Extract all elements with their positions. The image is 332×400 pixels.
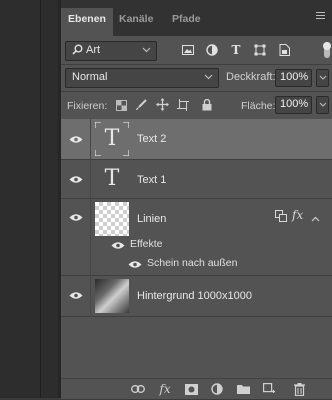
- fill-label: Fläche:: [241, 100, 276, 112]
- lock-all-icon[interactable]: [199, 96, 215, 114]
- effect-name: Schein nach außen: [147, 257, 238, 269]
- image-thumbnail: [95, 279, 129, 313]
- effect-item-outer-glow[interactable]: Schein nach außen: [91, 255, 332, 273]
- fx-icon[interactable]: fx: [156, 381, 174, 397]
- eye-icon[interactable]: [128, 260, 142, 269]
- lock-label: Fixieren:: [67, 100, 108, 112]
- type-icon: T: [104, 166, 120, 191]
- chevron-down-icon: [142, 45, 151, 55]
- effects-label: Effekte: [130, 238, 163, 250]
- fill-dropdown-button[interactable]: [316, 96, 329, 114]
- folder-icon[interactable]: [234, 381, 252, 397]
- filter-kind-select[interactable]: Art: [65, 41, 157, 61]
- layers-list: T Text 2 T Text 1 Linien fx Effekte Sche…: [61, 118, 332, 378]
- tab-kanaele[interactable]: Kanäle: [119, 8, 153, 36]
- chevron-up-icon[interactable]: [311, 213, 320, 222]
- trash-icon[interactable]: [290, 381, 308, 397]
- blend-mode-select[interactable]: Normal: [65, 68, 219, 88]
- eye-icon[interactable]: [69, 291, 83, 300]
- search-icon: [72, 44, 83, 58]
- filter-kind-value: Art: [86, 44, 101, 56]
- blend-mode-value: Normal: [72, 71, 108, 83]
- divider: [90, 160, 91, 198]
- layers-bottom-toolbar: fx: [61, 378, 332, 399]
- panel-menu-icon[interactable]: [316, 12, 325, 22]
- linked-smart-icon: [275, 210, 287, 222]
- panel-tab-bar: Ebenen Kanäle Pfade: [61, 0, 332, 36]
- smartobject-filter-icon[interactable]: [275, 40, 293, 60]
- lock-image-pixels-icon[interactable]: [133, 96, 149, 114]
- chevron-down-icon: [204, 72, 213, 82]
- adjustment-layer-icon[interactable]: [208, 381, 226, 397]
- fill-field[interactable]: 100%: [275, 96, 312, 114]
- layer-name[interactable]: Linien: [137, 213, 166, 225]
- opacity-value: 100%: [280, 71, 309, 83]
- layer-row-text-1[interactable]: T Text 1: [61, 160, 332, 199]
- eye-icon[interactable]: [69, 135, 83, 144]
- layer-row-linien[interactable]: Linien fx Effekte Schein nach außen: [61, 199, 332, 276]
- layer-thumbnail: [95, 202, 129, 236]
- tab-ebenen[interactable]: Ebenen: [61, 8, 113, 36]
- canvas-area-edge: [0, 0, 61, 398]
- divider: [61, 64, 332, 65]
- divider: [90, 119, 91, 159]
- fx-icon[interactable]: fx: [292, 208, 303, 222]
- layer-name[interactable]: Text 2: [137, 133, 166, 145]
- lock-position-icon[interactable]: [154, 96, 170, 114]
- eye-icon[interactable]: [69, 213, 83, 222]
- layer-name[interactable]: Text 1: [137, 174, 166, 186]
- fill-value: 100%: [280, 98, 309, 110]
- tab-pfade[interactable]: Pfade: [172, 8, 201, 36]
- text-layer-thumbnail: T: [95, 122, 129, 156]
- opacity-label: Deckkraft:: [226, 71, 276, 83]
- layer-row-text-2[interactable]: T Text 2: [61, 119, 332, 160]
- lock-artboard-icon[interactable]: [175, 96, 191, 114]
- new-layer-icon[interactable]: [260, 381, 278, 397]
- layer-name[interactable]: Hintergrund 1000x1000: [137, 290, 252, 302]
- divider: [90, 276, 91, 316]
- shape-filter-icon[interactable]: [251, 40, 269, 60]
- adjustment-filter-icon[interactable]: [203, 40, 221, 60]
- divider: [61, 91, 332, 92]
- divider: [40, 0, 41, 398]
- filter-toggle[interactable]: [323, 42, 331, 58]
- link-layers-icon[interactable]: [129, 381, 147, 397]
- layers-panel: Ebenen Kanäle Pfade Art T Normal Deckkra…: [61, 0, 332, 399]
- add-mask-icon[interactable]: [182, 381, 200, 397]
- lock-transparent-pixels-icon[interactable]: [113, 96, 129, 114]
- eye-icon[interactable]: [69, 175, 83, 184]
- type-filter-icon[interactable]: T: [227, 40, 245, 60]
- layer-row-hintergrund[interactable]: Hintergrund 1000x1000: [61, 276, 332, 317]
- image-filter-icon[interactable]: [179, 40, 197, 60]
- opacity-dropdown-button[interactable]: [316, 69, 329, 87]
- effects-row[interactable]: Effekte: [91, 236, 332, 254]
- eye-icon[interactable]: [111, 241, 125, 250]
- opacity-field[interactable]: 100%: [275, 69, 312, 87]
